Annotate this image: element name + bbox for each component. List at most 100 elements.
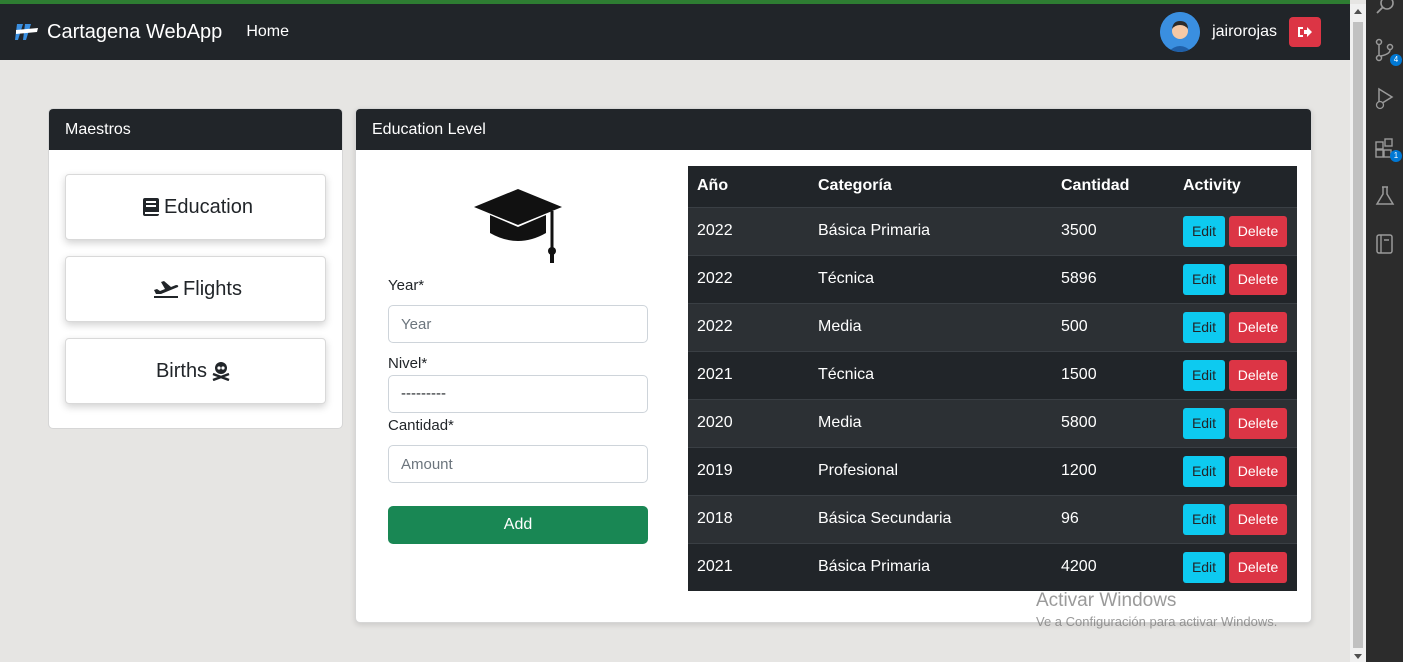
cell-categoria: Media: [809, 302, 1052, 351]
education-table-wrapper: Año Categoría Cantidad Activity 2022 Bás…: [688, 166, 1297, 591]
cell-categoria: Media: [809, 398, 1052, 447]
cell-categoria: Profesional: [809, 446, 1052, 495]
extensions-badge: 1: [1390, 150, 1402, 162]
book-icon: [143, 198, 160, 216]
cell-ano: 2021: [688, 542, 809, 591]
delete-button[interactable]: Delete: [1229, 455, 1287, 487]
year-label: Year*: [388, 277, 425, 294]
cell-activity: Edit Delete: [1174, 398, 1297, 447]
table-row: 2020 Media 5800 Edit Delete: [688, 398, 1297, 447]
nav-home-link[interactable]: Home: [246, 23, 289, 41]
edit-button[interactable]: Edit: [1183, 215, 1225, 247]
cell-categoria: Básica Secundaria: [809, 494, 1052, 543]
cell-activity: Edit Delete: [1174, 446, 1297, 495]
nivel-label: Nivel*: [388, 355, 428, 372]
cell-cantidad: 4200: [1052, 542, 1174, 591]
scroll-down-arrow-icon[interactable]: [1354, 654, 1362, 659]
brand-name: Cartagena WebApp: [47, 20, 223, 43]
cell-ano: 2018: [688, 494, 809, 543]
cantidad-input[interactable]: [388, 445, 648, 483]
cell-activity: Edit Delete: [1174, 350, 1297, 399]
username: jairorojas: [1212, 23, 1277, 40]
cell-activity: Edit Delete: [1174, 206, 1297, 255]
cell-ano: 2022: [688, 206, 809, 255]
cell-cantidad: 3500: [1052, 206, 1174, 255]
notebook-icon[interactable]: [1374, 232, 1396, 256]
maestros-card: Maestros Education Flights Births: [48, 108, 343, 429]
year-input[interactable]: [388, 305, 648, 343]
delete-button[interactable]: Delete: [1229, 311, 1287, 343]
cell-categoria: Básica Primaria: [809, 542, 1052, 591]
delete-button[interactable]: Delete: [1229, 215, 1287, 247]
delete-button[interactable]: Delete: [1229, 551, 1287, 583]
edit-button[interactable]: Edit: [1183, 311, 1225, 343]
maestros-header: Maestros: [49, 109, 342, 150]
education-label: Education: [164, 195, 253, 218]
table-row: 2021 Técnica 1500 Edit Delete: [688, 350, 1297, 399]
table-row: 2022 Media 500 Edit Delete: [688, 302, 1297, 351]
navbar: Cartagena WebApp Home jairorojas: [0, 4, 1350, 60]
edit-button[interactable]: Edit: [1183, 407, 1225, 439]
edit-button[interactable]: Edit: [1183, 263, 1225, 295]
plane-departure-icon: [154, 281, 179, 298]
edit-button[interactable]: Edit: [1183, 503, 1225, 535]
education-card: Education Level Year* Nivel* --------- C…: [355, 108, 1312, 623]
nivel-select[interactable]: ---------: [388, 375, 648, 413]
sign-out-icon: [1298, 27, 1312, 37]
add-button[interactable]: Add: [388, 506, 648, 544]
delete-button[interactable]: Delete: [1229, 503, 1287, 535]
cell-ano: 2021: [688, 350, 809, 399]
cell-cantidad: 5800: [1052, 398, 1174, 447]
cell-cantidad: 96: [1052, 494, 1174, 543]
cell-activity: Edit Delete: [1174, 254, 1297, 303]
table-row: 2018 Básica Secundaria 96 Edit Delete: [688, 494, 1297, 543]
education-table: Año Categoría Cantidad Activity 2022 Bás…: [688, 166, 1297, 591]
run-debug-icon[interactable]: [1374, 86, 1396, 110]
scroll-up-arrow-icon[interactable]: [1354, 9, 1362, 14]
births-button[interactable]: Births: [65, 338, 326, 404]
table-row: 2021 Básica Primaria 4200 Edit Delete: [688, 542, 1297, 591]
delete-button[interactable]: Delete: [1229, 407, 1287, 439]
brand-logo-icon: [15, 24, 38, 40]
flights-label: Flights: [183, 277, 242, 300]
search-icon[interactable]: [1374, 0, 1396, 16]
education-button[interactable]: Education: [65, 174, 326, 240]
avatar[interactable]: [1160, 12, 1201, 52]
table-row: 2022 Técnica 5896 Edit Delete: [688, 254, 1297, 303]
cell-cantidad: 500: [1052, 302, 1174, 351]
edit-button[interactable]: Edit: [1183, 455, 1225, 487]
scroll-thumb[interactable]: [1353, 22, 1363, 648]
cell-cantidad: 1200: [1052, 446, 1174, 495]
header-activity: Activity: [1174, 166, 1297, 208]
cell-activity: Edit Delete: [1174, 542, 1297, 591]
brand[interactable]: Cartagena WebApp: [14, 20, 222, 44]
delete-button[interactable]: Delete: [1229, 263, 1287, 295]
user-area: jairorojas: [1160, 12, 1321, 52]
table-row: 2019 Profesional 1200 Edit Delete: [688, 446, 1297, 495]
cell-activity: Edit Delete: [1174, 494, 1297, 543]
edit-button[interactable]: Edit: [1183, 551, 1225, 583]
table-row: 2022 Básica Primaria 3500 Edit Delete: [688, 206, 1297, 255]
births-label: Births: [155, 359, 208, 382]
page-scrollbar[interactable]: [1350, 4, 1366, 662]
cell-activity: Edit Delete: [1174, 302, 1297, 351]
edit-button[interactable]: Edit: [1183, 359, 1225, 391]
avatar-icon: [1160, 12, 1201, 52]
cell-categoria: Técnica: [809, 254, 1052, 303]
logout-button[interactable]: [1289, 17, 1321, 47]
cantidad-label: Cantidad*: [388, 417, 454, 434]
table-header-row: Año Categoría Cantidad Activity: [688, 166, 1297, 208]
header-cantidad: Cantidad: [1052, 166, 1174, 208]
cell-ano: 2019: [688, 446, 809, 495]
cell-cantidad: 1500: [1052, 350, 1174, 399]
flights-button[interactable]: Flights: [65, 256, 326, 322]
header-ano: Año: [688, 166, 809, 208]
cell-categoria: Técnica: [809, 350, 1052, 399]
cell-cantidad: 5896: [1052, 254, 1174, 303]
education-header: Education Level: [356, 109, 1311, 150]
header-categoria: Categoría: [809, 166, 1052, 208]
cell-ano: 2020: [688, 398, 809, 447]
delete-button[interactable]: Delete: [1229, 359, 1287, 391]
testing-flask-icon[interactable]: [1374, 184, 1396, 208]
source-control-badge: 4: [1390, 54, 1402, 66]
